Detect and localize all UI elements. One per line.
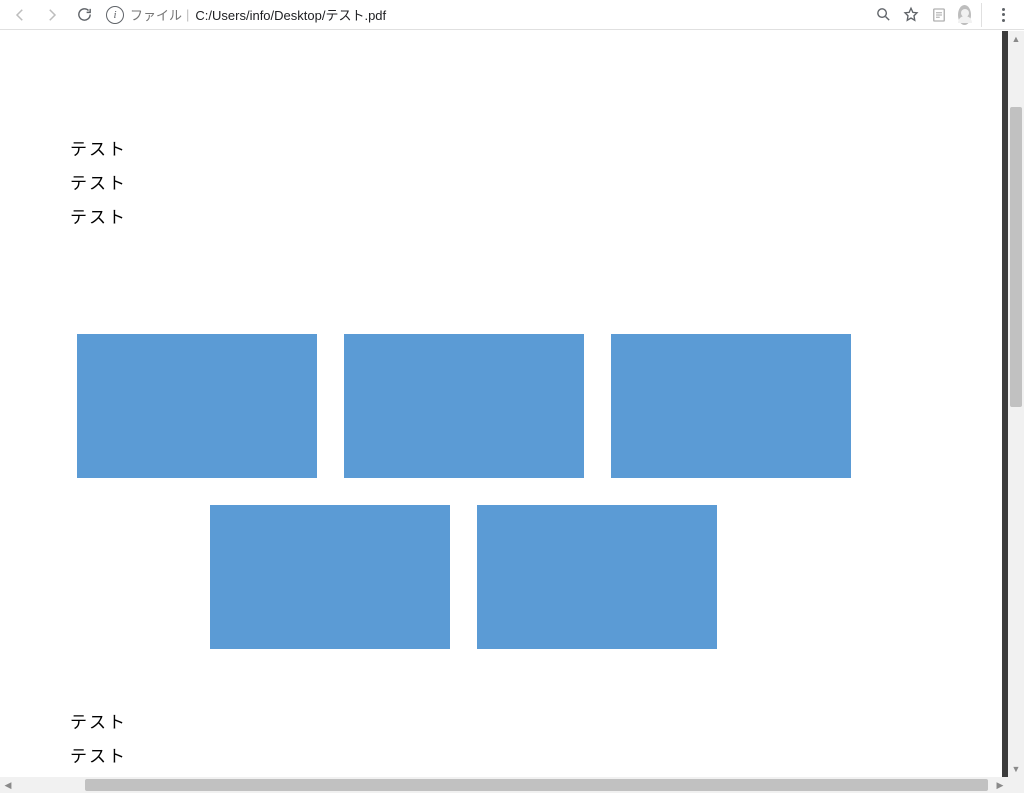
text-line: テスト xyxy=(70,209,1008,226)
reload-button[interactable] xyxy=(70,1,98,29)
shapes-group xyxy=(77,334,1008,649)
blue-rectangle xyxy=(477,505,717,649)
blue-rectangle xyxy=(611,334,851,478)
scrollbar-corner xyxy=(1008,777,1024,793)
pdf-viewport[interactable]: テスト テスト テスト テスト テスト xyxy=(0,31,1008,777)
arrow-right-icon xyxy=(43,6,61,24)
menu-button[interactable] xyxy=(994,6,1012,24)
info-icon[interactable]: i xyxy=(106,6,124,24)
browser-toolbar: i ファイル | C:/Users/info/Desktop/テスト.pdf xyxy=(0,0,1024,30)
avatar-icon xyxy=(958,5,971,25)
blue-rectangle xyxy=(77,334,317,478)
zoom-icon[interactable] xyxy=(874,6,892,24)
text-line: テスト xyxy=(70,175,1008,192)
back-button[interactable] xyxy=(6,1,34,29)
scroll-right-arrow-icon[interactable]: ▶ xyxy=(992,777,1008,793)
pdf-document: テスト テスト テスト テスト テスト xyxy=(0,31,1008,765)
toolbar-right-icons xyxy=(874,3,1018,27)
shape-row xyxy=(77,334,1008,478)
address-scheme-label: ファイル xyxy=(130,5,182,24)
vertical-scroll-track[interactable] xyxy=(1008,47,1024,761)
forward-button[interactable] xyxy=(38,1,66,29)
text-line: テスト xyxy=(70,141,1008,158)
kebab-menu-icon xyxy=(994,6,1012,24)
blue-rectangle xyxy=(210,505,450,649)
shape-row xyxy=(210,505,1008,649)
address-url: C:/Users/info/Desktop/テスト.pdf xyxy=(195,5,386,24)
horizontal-scrollbar[interactable]: ◀ ▶ xyxy=(0,777,1008,793)
magnifier-icon xyxy=(875,6,892,23)
bottom-text-group: テスト テスト xyxy=(70,714,1008,765)
star-icon xyxy=(902,6,920,24)
scroll-down-arrow-icon[interactable]: ▼ xyxy=(1008,761,1024,777)
profile-button[interactable] xyxy=(958,3,982,27)
page-icon xyxy=(930,6,948,24)
arrow-left-icon xyxy=(11,6,29,24)
text-line: テスト xyxy=(70,714,1008,731)
scroll-left-arrow-icon[interactable]: ◀ xyxy=(0,777,16,793)
address-bar[interactable]: i ファイル | C:/Users/info/Desktop/テスト.pdf xyxy=(106,3,862,27)
scroll-up-arrow-icon[interactable]: ▲ xyxy=(1008,31,1024,47)
reload-icon xyxy=(76,6,93,23)
horizontal-scroll-thumb[interactable] xyxy=(85,779,988,791)
blue-rectangle xyxy=(344,334,584,478)
vertical-scroll-thumb[interactable] xyxy=(1010,107,1022,407)
address-separator: | xyxy=(186,7,189,22)
reader-mode-button[interactable] xyxy=(930,6,948,24)
text-line: テスト xyxy=(70,748,1008,765)
vertical-scrollbar[interactable]: ▲ ▼ xyxy=(1008,31,1024,777)
bookmark-star-button[interactable] xyxy=(902,6,920,24)
